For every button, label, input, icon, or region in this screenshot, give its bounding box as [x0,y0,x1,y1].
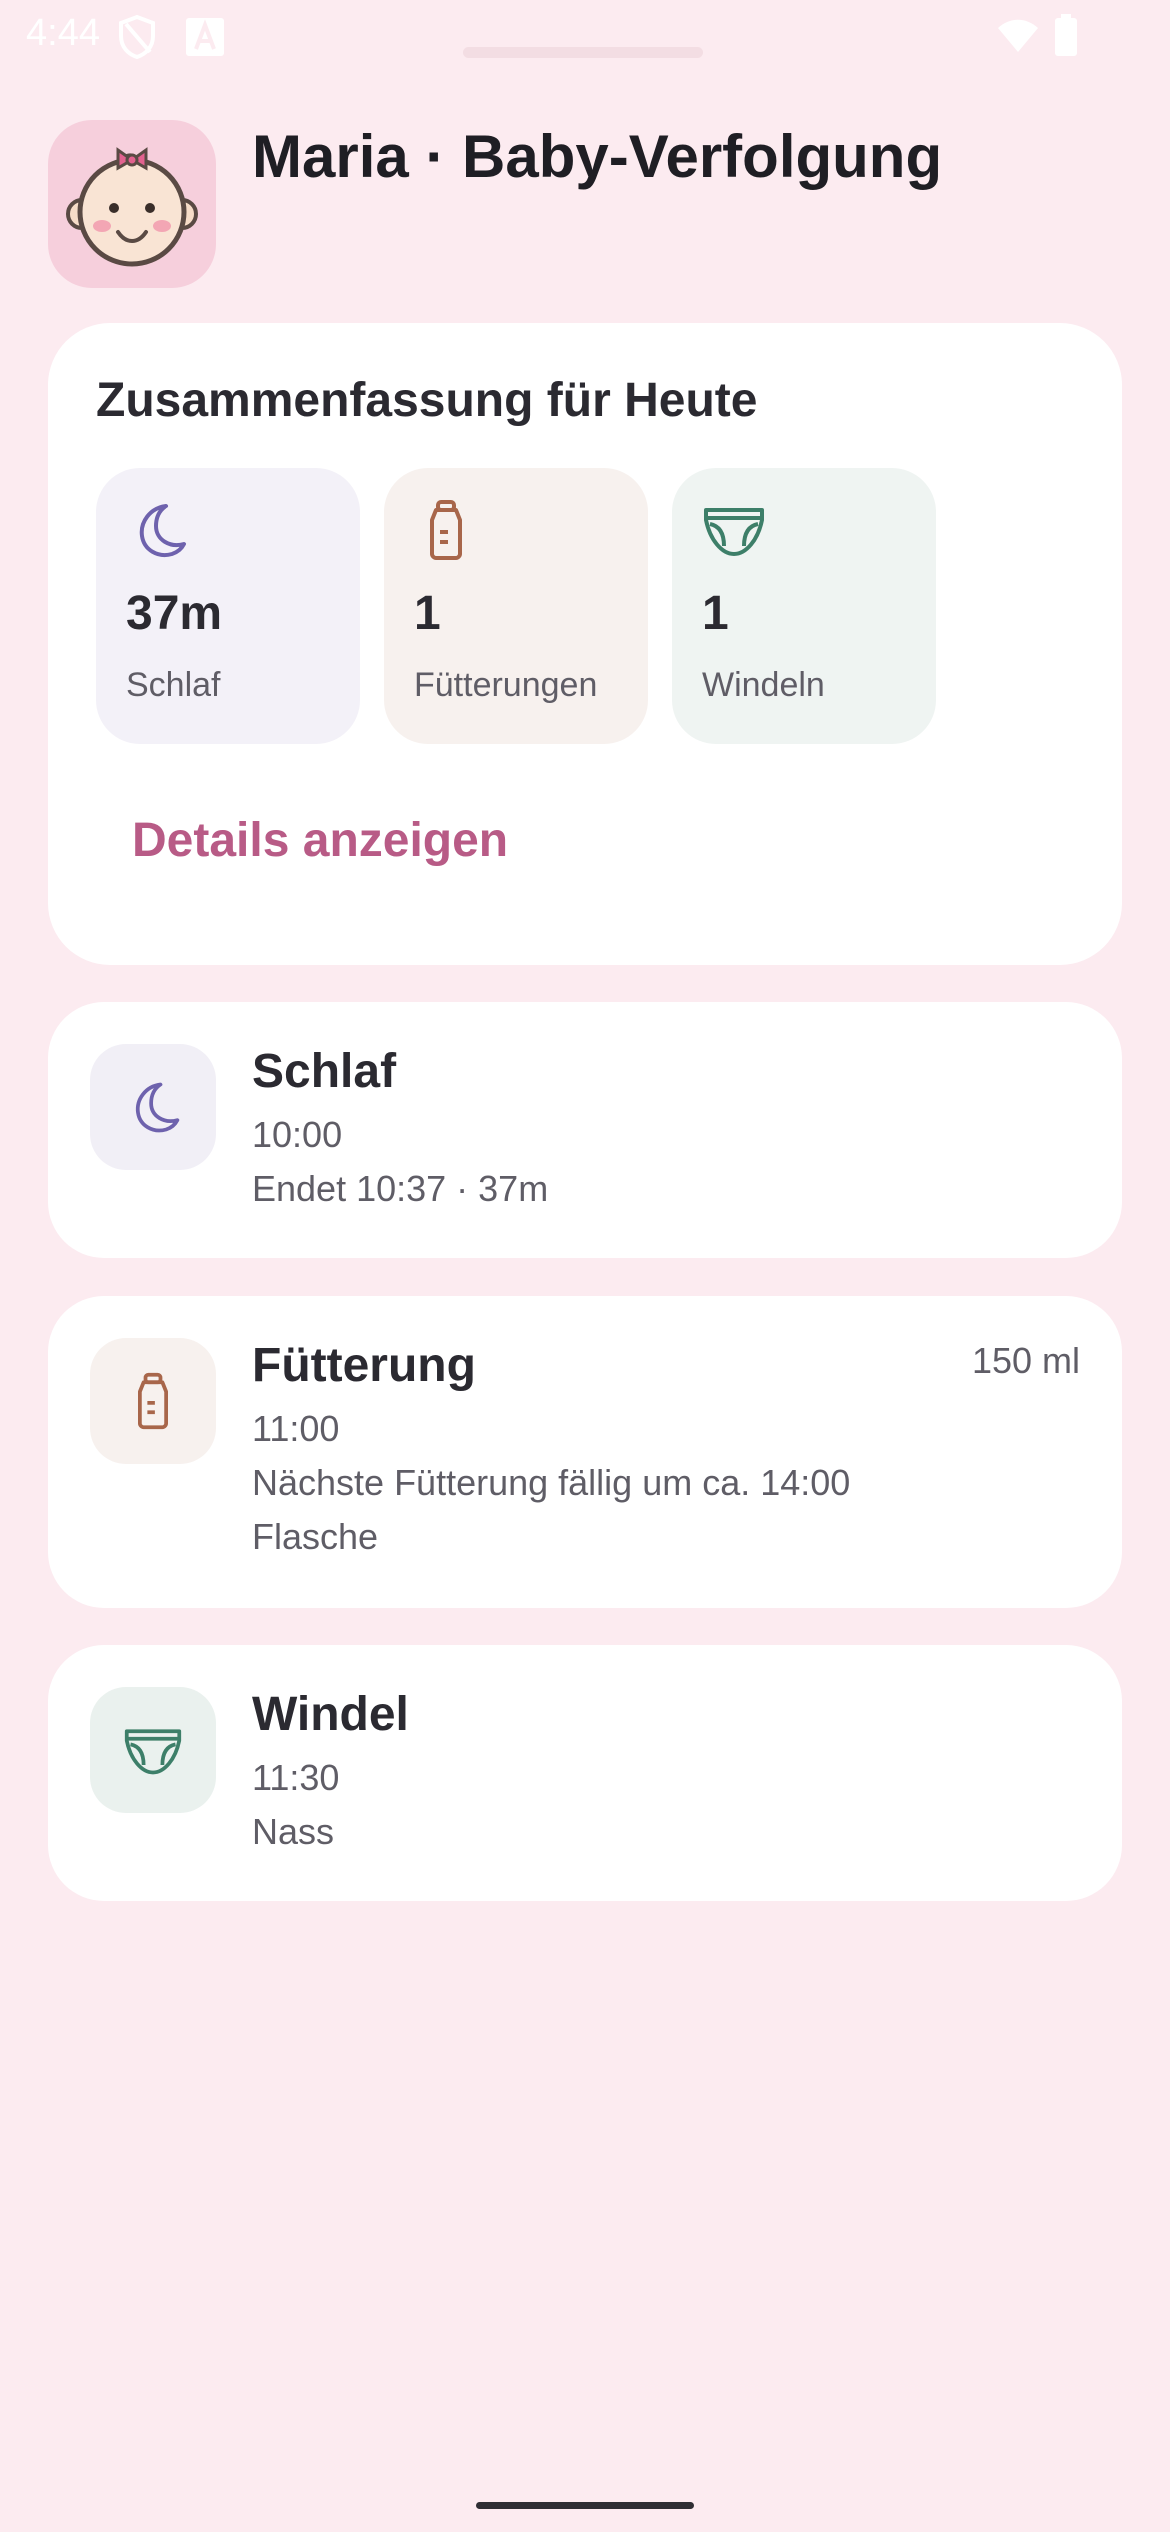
event-card-sleep[interactable]: Schlaf 10:00 Endet 10:37 · 37m [48,1002,1122,1258]
app-header: Maria · Baby-Verfolgung [48,118,1128,288]
stat-label: Fütterungen [414,666,598,704]
event-time: 10:00 [252,1114,343,1155]
moon-icon [135,1082,180,1133]
event-amount: 150 ml [971,1340,1080,1381]
shield-icon [116,14,158,65]
event-icon-box [90,1044,216,1170]
summary-card: Zusammenfassung für Heute 37m Schlaf 1 F… [48,323,1122,965]
bottle-icon [138,1372,168,1430]
stat-label: Schlaf [126,666,221,704]
home-indicator[interactable] [476,2502,694,2509]
event-title: Windel [252,1688,409,1741]
page-title: Maria · Baby-Verfolgung [252,123,943,190]
event-time: 11:30 [252,1757,340,1798]
stat-tile-sleep[interactable]: 37m Schlaf [96,468,360,744]
status-time: 4:44 [26,12,100,54]
stat-tile-diapers[interactable]: 1 Windeln [672,468,936,744]
event-title: Fütterung [252,1339,476,1392]
event-detail: Nass [252,1811,335,1852]
summary-title: Zusammenfassung für Heute [96,374,758,427]
event-detail: Nächste Fütterung fällig um ca. 14:00 [252,1462,851,1503]
event-icon-box [90,1687,216,1813]
avatar[interactable] [48,120,216,288]
event-title: Schlaf [252,1045,397,1098]
event-icon-box [90,1338,216,1464]
battery-icon [1054,14,1078,61]
notch-handle [463,47,703,58]
baby-face-icon [66,147,198,267]
event-time: 11:00 [252,1408,340,1449]
stat-value: 37m [126,587,223,640]
stat-value: 1 [414,587,441,640]
diaper-icon [704,508,764,556]
event-card-feeding[interactable]: Fütterung 150 ml 11:00 Nächste Fütterung… [48,1296,1122,1608]
bottle-icon [430,500,462,560]
diaper-icon [124,1729,182,1775]
status-bar: 4:44 [0,0,1170,72]
moon-icon [139,504,186,557]
event-card-diaper[interactable]: Windel 11:30 Nass [48,1645,1122,1901]
stat-label: Windeln [702,666,825,704]
stat-value: 1 [702,587,729,640]
event-detail: Flasche [252,1516,379,1557]
wifi-icon [996,18,1040,59]
font-a-icon [184,16,226,63]
stat-tile-feedings[interactable]: 1 Fütterungen [384,468,648,744]
details-button[interactable]: Details anzeigen [132,813,508,868]
event-detail: Endet 10:37 · 37m [252,1168,549,1209]
